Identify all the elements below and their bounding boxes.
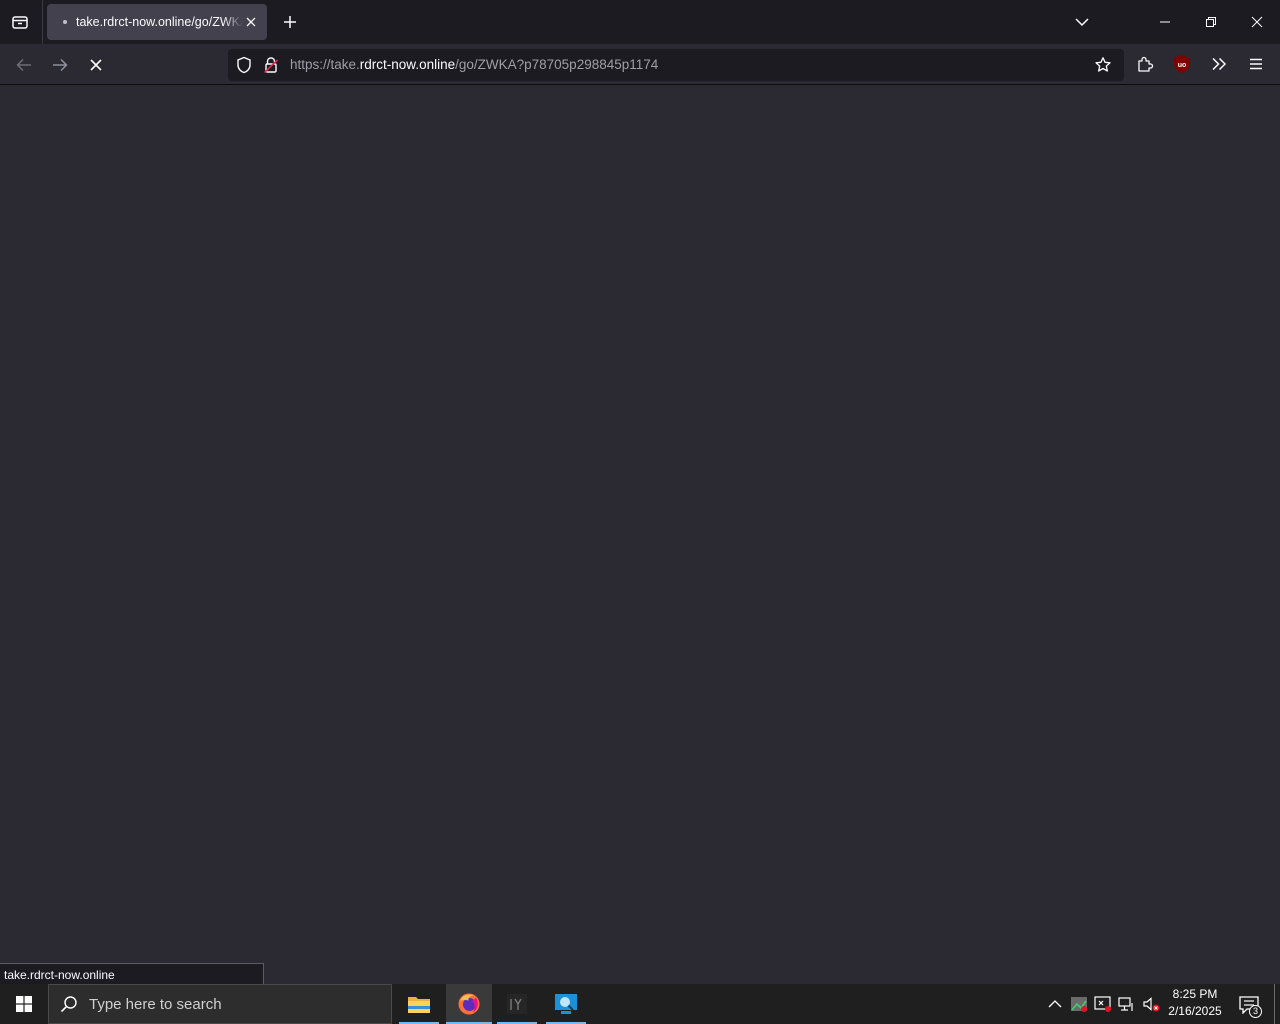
shield-icon bbox=[237, 56, 251, 74]
extensions-button[interactable] bbox=[1131, 50, 1159, 78]
site-security-button[interactable] bbox=[261, 55, 281, 75]
bookmark-star-button[interactable] bbox=[1092, 54, 1114, 76]
navigation-toolbar: https://take.rdrct-now.online/go/ZWKA?p7… bbox=[0, 44, 1280, 85]
taskbar-file-explorer[interactable] bbox=[399, 984, 439, 1024]
tab-strip: take.rdrct-now.online/go/ZWKA?p78705p298… bbox=[0, 0, 1280, 44]
tray-overflow-button[interactable] bbox=[1045, 994, 1065, 1014]
minimize-icon bbox=[1160, 21, 1170, 23]
tab-close-button[interactable] bbox=[241, 12, 261, 32]
url-domain: rdrct-now.online bbox=[359, 57, 456, 72]
close-window-button[interactable] bbox=[1234, 0, 1280, 44]
show-desktop-button[interactable] bbox=[1274, 984, 1275, 1024]
tabstrip-divider bbox=[42, 0, 43, 44]
tray-volume-icon[interactable] bbox=[1141, 994, 1161, 1014]
taskbar-clock[interactable]: 8:25 PM 2/16/2025 bbox=[1164, 986, 1226, 1022]
firefox-view-icon bbox=[12, 16, 28, 29]
search-placeholder: Type here to search bbox=[89, 995, 222, 1013]
speaker-muted-icon bbox=[1143, 997, 1160, 1012]
clock-date: 2/16/2025 bbox=[1168, 1004, 1222, 1018]
arrow-right-icon bbox=[53, 58, 68, 72]
close-icon bbox=[1251, 16, 1263, 28]
network-icon bbox=[1118, 997, 1133, 1011]
status-panel: take.rdrct-now.online bbox=[0, 963, 264, 984]
ublock-icon: uo bbox=[1174, 55, 1190, 73]
ublock-origin-button[interactable]: uo bbox=[1170, 52, 1194, 76]
restore-icon bbox=[1206, 17, 1216, 27]
svg-text:uo: uo bbox=[1178, 62, 1187, 69]
clock-time: 8:25 PM bbox=[1172, 987, 1218, 1001]
minimize-button[interactable] bbox=[1142, 0, 1188, 44]
page-content[interactable] bbox=[0, 86, 1280, 984]
forward-button[interactable] bbox=[45, 50, 75, 80]
tab-active[interactable]: take.rdrct-now.online/go/ZWKA?p78705p298… bbox=[47, 4, 267, 40]
start-button[interactable] bbox=[0, 984, 48, 1024]
tray-security-icon[interactable] bbox=[1093, 994, 1113, 1014]
image-app-icon bbox=[1071, 997, 1087, 1012]
tray-app-icon[interactable] bbox=[1069, 994, 1089, 1014]
puzzle-icon bbox=[1138, 56, 1154, 72]
notification-count-badge: 3 bbox=[1249, 1005, 1262, 1018]
tray-network-icon[interactable] bbox=[1117, 994, 1137, 1014]
arrow-left-icon bbox=[16, 58, 31, 72]
folder-icon bbox=[408, 997, 430, 1013]
restore-button[interactable] bbox=[1188, 0, 1234, 44]
taskbar-search-box[interactable]: Type here to search bbox=[48, 984, 392, 1024]
more-tools-button[interactable] bbox=[1205, 50, 1233, 78]
chevron-down-icon bbox=[1075, 18, 1089, 27]
address-bar[interactable]: https://take.rdrct-now.online/go/ZWKA?p7… bbox=[228, 49, 1124, 81]
search-icon bbox=[49, 985, 89, 1023]
windows-logo-icon bbox=[16, 996, 32, 1012]
action-center-button[interactable]: 3 bbox=[1236, 992, 1262, 1018]
double-chevron-right-icon bbox=[1212, 57, 1227, 71]
url-scheme-subdomain: https://take. bbox=[290, 57, 360, 72]
network-monitor-icon bbox=[555, 994, 577, 1014]
firefox-icon bbox=[458, 993, 480, 1015]
url-path: /go/ZWKA?p78705p298845p1174 bbox=[455, 57, 659, 72]
stop-button[interactable] bbox=[81, 50, 111, 80]
new-tab-button[interactable] bbox=[276, 8, 304, 36]
app-menu-button[interactable] bbox=[1242, 50, 1270, 78]
lock-warning-icon bbox=[264, 57, 278, 74]
taskbar-firefox[interactable] bbox=[446, 984, 492, 1024]
chevron-up-icon bbox=[1048, 1000, 1062, 1008]
hamburger-icon bbox=[1250, 58, 1262, 70]
stop-icon bbox=[90, 59, 102, 71]
star-icon bbox=[1095, 57, 1111, 72]
taskbar: Type here to search 8:25 PM 2/16/2025 3 bbox=[0, 984, 1280, 1024]
text-app-icon bbox=[507, 994, 527, 1014]
firefox-view-button[interactable] bbox=[0, 0, 40, 44]
taskbar-network-app[interactable] bbox=[546, 984, 586, 1024]
back-button[interactable] bbox=[9, 50, 39, 80]
tab-loading-icon bbox=[63, 20, 67, 24]
monitor-warning-icon bbox=[1094, 996, 1111, 1012]
tracking-protection-button[interactable] bbox=[234, 55, 254, 75]
list-all-tabs-button[interactable] bbox=[1068, 8, 1096, 36]
plus-icon bbox=[284, 16, 296, 28]
taskbar-text-app[interactable] bbox=[497, 984, 537, 1024]
close-icon bbox=[246, 17, 256, 27]
url-text[interactable]: https://take.rdrct-now.online/go/ZWKA?p7… bbox=[290, 57, 658, 72]
tab-title: take.rdrct-now.online/go/ZWKA?p78705p298… bbox=[76, 15, 243, 29]
